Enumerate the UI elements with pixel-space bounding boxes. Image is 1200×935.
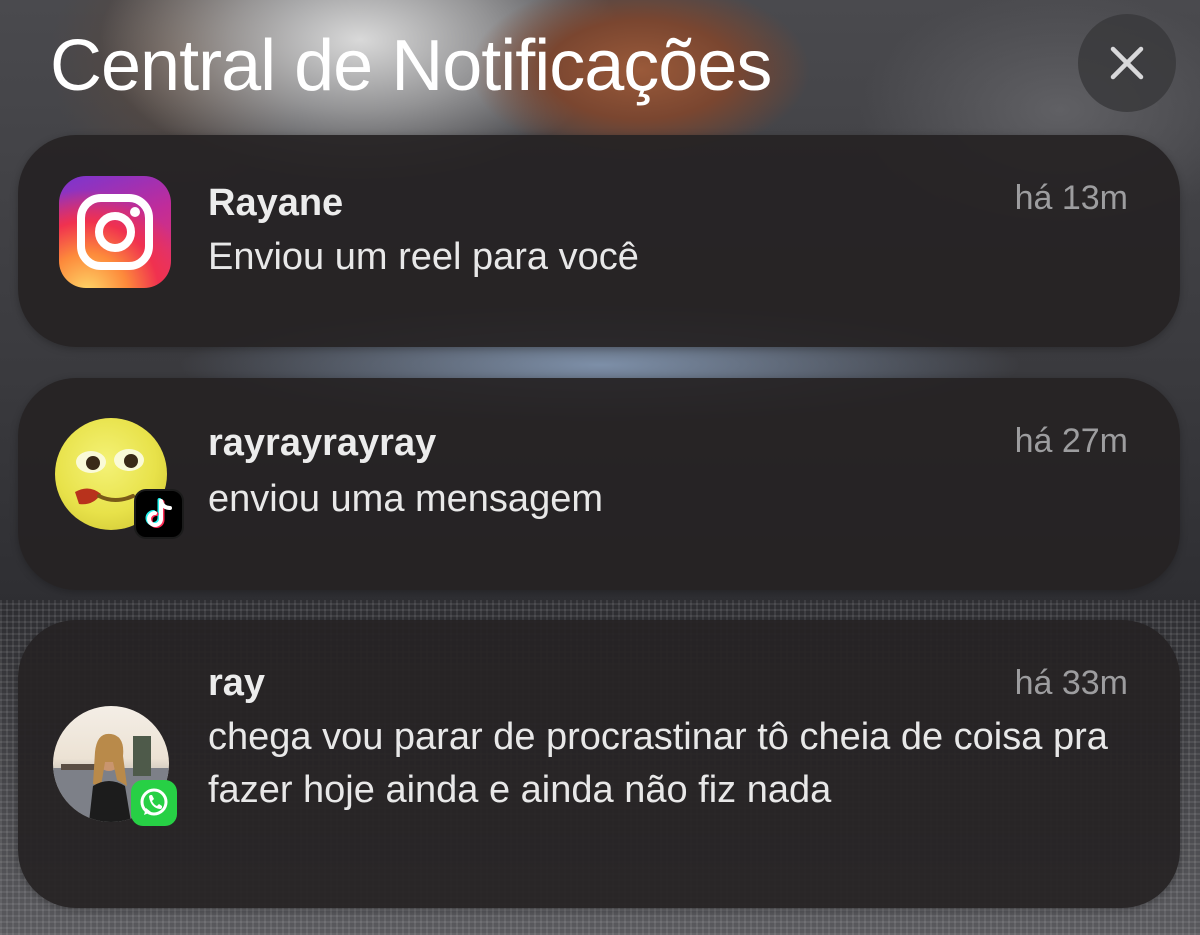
- notification-instagram[interactable]: Rayane Enviou um reel para você há 13m: [18, 135, 1180, 347]
- notification-time: há 27m: [1014, 422, 1128, 460]
- notification-message: enviou uma mensagem: [208, 478, 603, 520]
- notification-time: há 33m: [1014, 664, 1128, 702]
- notification-sender: Rayane: [208, 182, 344, 224]
- notification-center-title: Central de Notificações: [50, 26, 772, 106]
- whatsapp-icon: [131, 780, 177, 826]
- notification-sender: rayrayrayray: [208, 422, 437, 464]
- notification-tiktok[interactable]: rayrayrayray enviou uma mensagem há 27m: [18, 378, 1180, 590]
- notification-message: Enviou um reel para você: [208, 236, 639, 278]
- close-icon: [1110, 46, 1144, 80]
- notification-message: chega vou parar de procrastinar tô cheia…: [208, 716, 1108, 811]
- instagram-icon: [59, 176, 171, 288]
- notification-whatsapp[interactable]: ray chega vou parar de procrastinar tô c…: [18, 620, 1180, 908]
- notification-time: há 13m: [1014, 179, 1128, 217]
- tiktok-icon: [134, 489, 184, 539]
- notification-sender: ray: [208, 662, 266, 704]
- close-button[interactable]: [1078, 14, 1176, 112]
